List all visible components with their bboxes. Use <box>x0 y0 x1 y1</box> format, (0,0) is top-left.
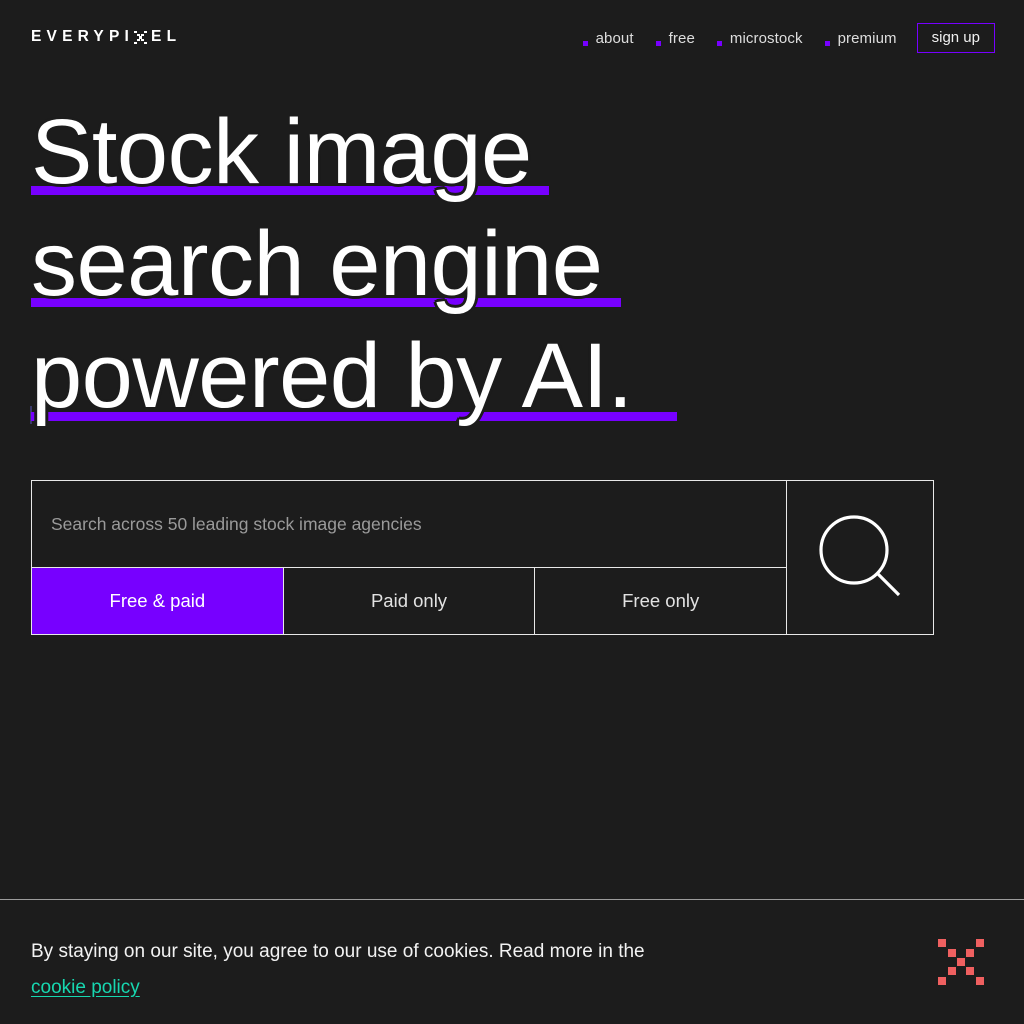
bullet-square-icon <box>655 40 661 46</box>
nav-item-premium[interactable]: premium <box>824 29 897 47</box>
page-title: Stock image search engine powered by AI. <box>30 96 931 432</box>
nav-item-label: about <box>595 29 634 47</box>
search-input-row <box>32 481 786 568</box>
cookie-policy-link[interactable]: cookie policy <box>31 970 140 1006</box>
headline-line-3: powered by AI. <box>30 320 931 432</box>
nav-item-microstock[interactable]: microstock <box>716 29 803 47</box>
pixel-x-icon <box>134 30 147 45</box>
main-navigation: about free microstock premium sign up <box>582 22 995 54</box>
bullet-square-icon <box>824 40 830 46</box>
logo-text-before: EVERYPI <box>31 28 135 45</box>
sign-up-button[interactable]: sign up <box>916 23 995 53</box>
logo[interactable]: EVERYPI EL <box>31 28 181 46</box>
search-widget: Free & paid Paid only Free only <box>31 480 934 635</box>
nav-item-about[interactable]: about <box>582 29 634 47</box>
cookie-message: By staying on our site, you agree to our… <box>31 934 645 1006</box>
headline-line-2: search engine <box>31 208 931 320</box>
logo-text-after: EL <box>151 28 182 45</box>
tab-paid-only[interactable]: Paid only <box>284 568 536 634</box>
search-left-column: Free & paid Paid only Free only <box>32 481 786 634</box>
tab-free-and-paid[interactable]: Free & paid <box>32 568 284 634</box>
headline-line-3-text: powered by AI. <box>31 325 633 427</box>
tab-free-only[interactable]: Free only <box>535 568 786 634</box>
site-header: EVERYPI EL about free microstock premium… <box>0 0 1024 74</box>
cookie-message-text: By staying on our site, you agree to our… <box>31 941 645 962</box>
filter-tabs: Free & paid Paid only Free only <box>32 568 786 634</box>
search-input[interactable] <box>32 481 786 567</box>
bullet-square-icon <box>582 40 588 46</box>
cookie-banner: By staying on our site, you agree to our… <box>0 899 1024 1024</box>
headline-line-2-text: search engine <box>31 213 603 315</box>
search-button[interactable] <box>786 481 933 634</box>
headline-line-1: Stock image <box>31 96 931 208</box>
nav-item-label: premium <box>837 29 897 47</box>
pixel-x-icon <box>938 939 984 985</box>
nav-item-label: microstock <box>729 29 803 47</box>
nav-item-free[interactable]: free <box>655 29 695 47</box>
headline-line-1-text: Stock image <box>31 101 532 203</box>
nav-item-label: free <box>668 29 695 47</box>
bullet-square-icon <box>716 40 722 46</box>
magnifier-icon <box>819 514 901 596</box>
